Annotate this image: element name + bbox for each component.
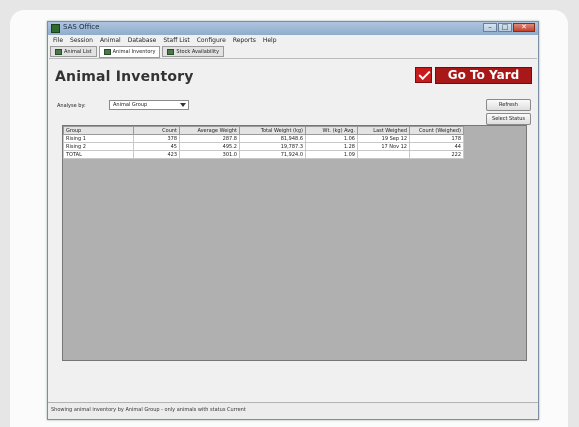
menu-session[interactable]: Session (70, 37, 93, 44)
grid-icon (103, 49, 111, 55)
inventory-grid[interactable]: Group Count Average Weight Total Weight … (62, 125, 527, 361)
chevron-down-icon (180, 103, 186, 107)
table-cell: 44 (409, 142, 464, 151)
analyse-by-label: Analyse by: (57, 103, 86, 109)
table-row[interactable]: Rising 2 45 495.2 19,787.3 1.28 17 Nov 1… (63, 142, 464, 151)
table-cell: 1.06 (305, 134, 358, 143)
menu-database[interactable]: Database (128, 37, 157, 44)
app-window: SAS Office – □ ✕ File Session Animal Dat… (47, 21, 539, 420)
table-cell: 19,787.3 (239, 142, 306, 151)
tab-animal-inventory[interactable]: Animal Inventory (98, 46, 161, 58)
table-cell: 1.28 (305, 142, 358, 151)
table-cell: Rising 2 (63, 142, 134, 151)
app-icon (51, 24, 60, 33)
table-row-total[interactable]: TOTAL 423 301.0 71,924.0 1.09 222 (63, 150, 464, 159)
table-cell: 495.2 (179, 142, 240, 151)
tab-label: Animal List (64, 48, 92, 55)
table-cell: 423 (133, 150, 180, 159)
analyse-by-select[interactable]: Animal Group (109, 100, 189, 110)
menu-reports[interactable]: Reports (233, 37, 256, 44)
status-text: Showing animal inventory by Animal Group… (51, 407, 246, 413)
column-header[interactable]: Last Weighed (357, 126, 410, 135)
menu-staff-list[interactable]: Staff List (163, 37, 189, 44)
table-cell (357, 150, 410, 159)
page-title: Animal Inventory (55, 69, 194, 85)
close-button[interactable]: ✕ (513, 23, 535, 32)
table-cell: 71,924.0 (239, 150, 306, 159)
table-cell: 178 (409, 134, 464, 143)
check-icon[interactable] (415, 67, 432, 83)
maximize-button[interactable]: □ (498, 23, 512, 32)
analyse-by-value: Animal Group (113, 102, 148, 108)
tab-label: Stock Availability (176, 48, 220, 55)
select-status-button[interactable]: Select Status (486, 113, 531, 125)
minimize-button[interactable]: – (483, 23, 497, 32)
inventory-table: Group Count Average Weight Total Weight … (63, 126, 464, 159)
column-header[interactable]: Total Weight (kg) (239, 126, 306, 135)
window-title: SAS Office (63, 23, 100, 31)
grid-icon (55, 48, 62, 55)
column-header[interactable]: Group (63, 126, 134, 135)
column-header[interactable]: Average Weight (179, 126, 240, 135)
table-cell: 1.09 (305, 150, 358, 159)
menu-bar: File Session Animal Database Staff List … (48, 35, 538, 45)
status-bar: Showing animal inventory by Animal Group… (48, 402, 538, 419)
table-cell: 287.8 (179, 134, 240, 143)
table-row[interactable]: Rising 1 378 287.8 81,948.6 1.06 19 Sep … (63, 134, 464, 143)
column-header[interactable]: Wt. (kg) Avg. (305, 126, 358, 135)
window-controls: – □ ✕ (483, 23, 535, 32)
table-cell: 17 Nov 12 (357, 142, 410, 151)
table-cell: 19 Sep 12 (357, 134, 410, 143)
go-to-yard-button[interactable]: Go To Yard (435, 67, 532, 84)
table-cell: TOTAL (63, 150, 134, 159)
table-header-row: Group Count Average Weight Total Weight … (63, 126, 464, 135)
refresh-button[interactable]: Refresh (486, 99, 531, 111)
tab-label: Animal Inventory (112, 49, 156, 55)
title-bar: SAS Office – □ ✕ (48, 22, 538, 35)
tab-stock-availability[interactable]: Stock Availability (162, 46, 225, 57)
table-cell: Rising 1 (63, 134, 134, 143)
table-cell: 81,948.6 (239, 134, 306, 143)
grid-icon (167, 48, 175, 55)
menu-configure[interactable]: Configure (197, 37, 226, 44)
menu-animal[interactable]: Animal (100, 37, 121, 44)
menu-help[interactable]: Help (263, 37, 277, 44)
table-cell: 222 (409, 150, 464, 159)
menu-file[interactable]: File (53, 37, 63, 44)
tab-strip: Animal List Animal Inventory Stock Avail… (50, 46, 225, 58)
tab-animal-list[interactable]: Animal List (50, 46, 97, 57)
inventory-panel: Animal Inventory Go To Yard Analyse by: … (49, 58, 537, 389)
table-cell: 301.0 (179, 150, 240, 159)
table-cell: 45 (133, 142, 180, 151)
table-cell: 378 (133, 134, 180, 143)
column-header[interactable]: Count (133, 126, 180, 135)
column-header[interactable]: Count (Weighed) (409, 126, 464, 135)
